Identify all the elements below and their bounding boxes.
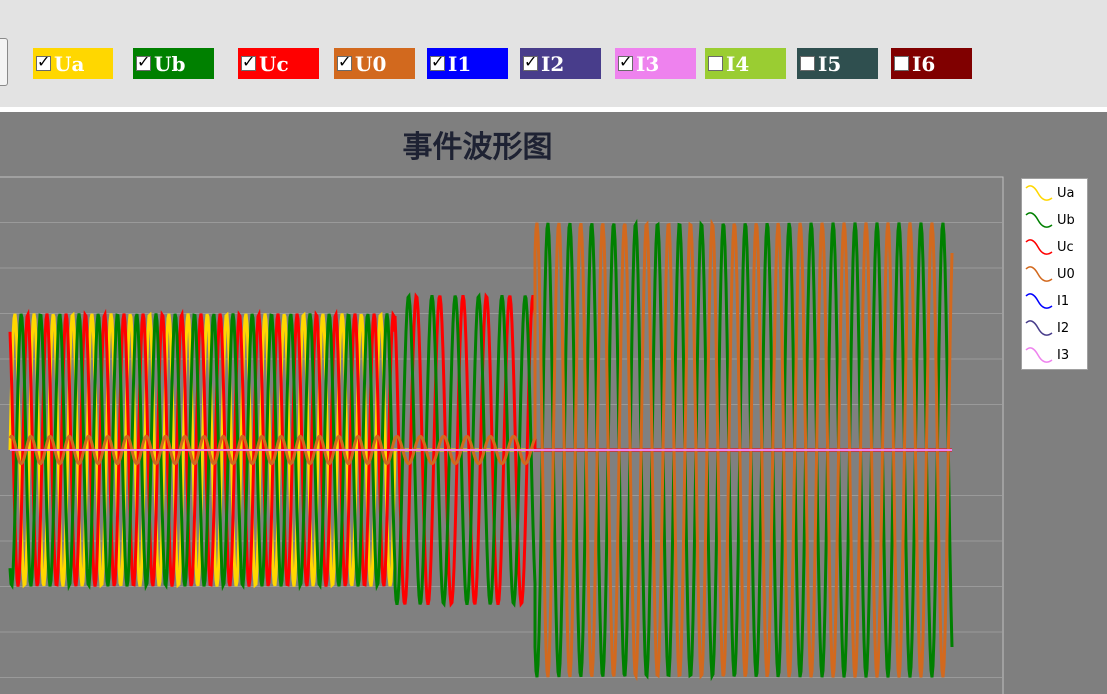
legend-i1-swatch — [1025, 293, 1053, 309]
legend-label: I1 — [1057, 293, 1070, 309]
channel-label: I5 — [818, 51, 842, 76]
channel-label: Uc — [259, 51, 289, 76]
legend-item-u0: U0 — [1024, 261, 1086, 287]
legend-u0-swatch — [1025, 266, 1053, 282]
channel-label: I3 — [636, 51, 660, 76]
chart-title: 事件波形图 — [402, 130, 553, 165]
channel-label: I2 — [541, 51, 565, 76]
checkbox-icon[interactable] — [523, 52, 538, 71]
legend-label: I2 — [1057, 320, 1070, 336]
toolbar-left-control[interactable] — [0, 38, 8, 86]
channel-toggle-i4[interactable]: I4 — [705, 48, 786, 79]
legend-item-i2: I2 — [1024, 315, 1086, 341]
waveform-plot — [0, 176, 1004, 694]
channel-label: Ub — [154, 51, 186, 76]
legend-label: Ub — [1057, 212, 1075, 228]
checkbox-icon[interactable] — [136, 52, 151, 71]
channel-toggle-i5[interactable]: I5 — [797, 48, 878, 79]
channel-toggle-i1[interactable]: I1 — [427, 48, 508, 79]
channel-toggle-i2[interactable]: I2 — [520, 48, 601, 79]
checkbox-icon[interactable] — [894, 56, 909, 71]
checkbox-icon[interactable] — [618, 52, 633, 71]
channel-toggle-i3[interactable]: I3 — [615, 48, 696, 79]
channel-label: Ua — [54, 51, 85, 76]
channel-label: U0 — [355, 51, 387, 76]
channel-toolbar: Ua Ub Uc U0 I1 I2 I3 I4 I5 I6 — [0, 0, 1107, 107]
legend-label: Ua — [1057, 185, 1075, 201]
legend-uc-swatch — [1025, 239, 1053, 255]
checkbox-icon[interactable] — [337, 52, 352, 71]
legend-label: Uc — [1057, 239, 1074, 255]
legend-item-ub: Ub — [1024, 207, 1086, 233]
channel-label: I4 — [726, 51, 750, 76]
legend-label: I3 — [1057, 347, 1070, 363]
legend-i2-swatch — [1025, 320, 1053, 336]
channel-toggle-i6[interactable]: I6 — [891, 48, 972, 79]
legend-item-ua: Ua — [1024, 180, 1086, 206]
checkbox-icon[interactable] — [800, 56, 815, 71]
legend-i3-swatch — [1025, 347, 1053, 363]
legend-ub-swatch — [1025, 212, 1053, 228]
checkbox-icon[interactable] — [708, 56, 723, 71]
channel-label: I1 — [448, 51, 472, 76]
checkbox-icon[interactable] — [36, 52, 51, 71]
checkbox-icon[interactable] — [241, 52, 256, 71]
channel-toggle-uc[interactable]: Uc — [238, 48, 319, 79]
channel-toggle-ua[interactable]: Ua — [33, 48, 113, 79]
chart-legend: Ua Ub Uc U0 I1 I2 I3 — [1021, 178, 1088, 370]
legend-label: U0 — [1057, 266, 1075, 282]
checkbox-icon[interactable] — [430, 52, 445, 71]
channel-toggle-u0[interactable]: U0 — [334, 48, 415, 79]
waveform-chart: 事件波形图 Ua Ub Uc U0 I1 I2 I3 — [0, 112, 1107, 694]
legend-ua-swatch — [1025, 185, 1053, 201]
channel-toggle-ub[interactable]: Ub — [133, 48, 214, 79]
legend-item-i1: I1 — [1024, 288, 1086, 314]
channel-label: I6 — [912, 51, 936, 76]
legend-item-i3: I3 — [1024, 342, 1086, 368]
legend-item-uc: Uc — [1024, 234, 1086, 260]
